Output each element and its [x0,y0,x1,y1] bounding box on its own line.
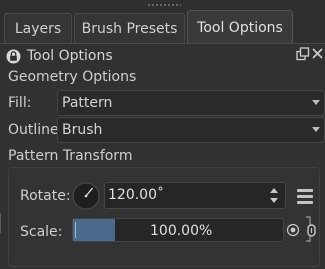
scale-value: 100.00% [150,223,213,239]
fill-value: Pattern [62,95,113,111]
docker-title: Tool Options [27,48,113,64]
tab-label: Brush Presets [81,21,178,37]
outline-value: Brush [62,122,103,138]
splitter-handle[interactable] [0,213,2,233]
chevron-down-icon [312,100,320,105]
tab-label: Tool Options [197,19,283,36]
tab-tool-options[interactable]: Tool Options [187,10,293,44]
scale-slider-fill [73,219,115,241]
fill-combobox[interactable]: Pattern [57,90,325,116]
lock-icon[interactable] [6,49,21,64]
radio-button-icon[interactable] [286,223,300,237]
panel-drag-grip[interactable] [147,3,181,7]
pattern-transform-heading: Pattern Transform [8,148,133,164]
rotate-stepper-icon[interactable] [268,184,280,208]
close-icon[interactable] [311,46,324,61]
outline-combobox[interactable]: Brush [57,117,325,143]
docker-title-bar: Tool Options [6,45,113,67]
fill-label: Fill: [8,95,32,111]
tab-layers[interactable]: Layers [4,13,72,44]
chevron-down-icon [312,127,320,132]
outline-label: Outline: [8,122,64,138]
tab-brush-presets[interactable]: Brush Presets [74,13,185,44]
rotate-value: 120.00˚ [108,187,164,203]
tab-label: Layers [14,21,62,37]
hamburger-menu-icon[interactable] [297,189,313,204]
rotate-label: Rotate: [20,188,71,204]
float-docker-icon[interactable] [296,47,310,61]
rotation-dial[interactable] [72,182,100,210]
text-caret [75,222,76,238]
scale-label: Scale: [20,224,63,240]
geometry-options-heading: Geometry Options [8,69,137,85]
chain-link-icon[interactable] [302,215,324,243]
